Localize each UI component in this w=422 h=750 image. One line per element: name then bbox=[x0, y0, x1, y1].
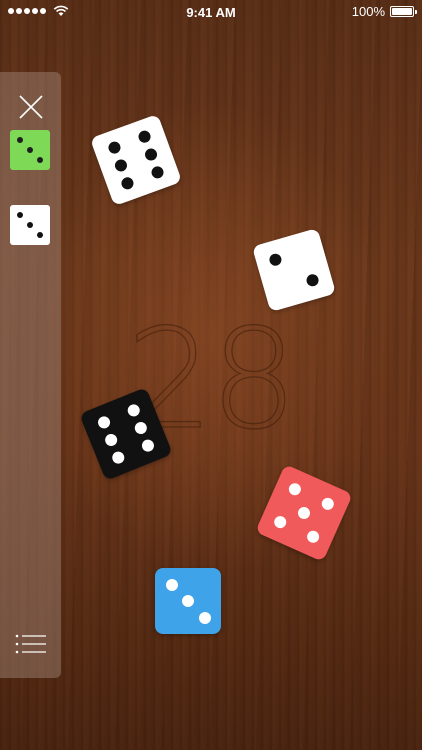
green-die-selector[interactable] bbox=[10, 130, 50, 170]
die-pip bbox=[125, 402, 142, 419]
battery-percent: 100% bbox=[351, 4, 385, 19]
die-pip bbox=[143, 146, 159, 163]
close-icon[interactable] bbox=[16, 92, 46, 122]
die-pip bbox=[27, 222, 33, 228]
red-die-five[interactable] bbox=[255, 464, 353, 562]
die-pip bbox=[296, 505, 312, 521]
die-pip bbox=[96, 414, 113, 431]
list-menu-icon[interactable] bbox=[14, 632, 48, 656]
die-pip bbox=[37, 232, 43, 238]
die-pip bbox=[110, 449, 127, 466]
die-pip bbox=[149, 164, 165, 180]
die-pip bbox=[37, 157, 43, 163]
die-pip bbox=[113, 157, 129, 174]
die-pip bbox=[268, 252, 283, 268]
battery-icon bbox=[390, 6, 417, 17]
die-pip bbox=[136, 129, 153, 145]
status-right: 100% bbox=[351, 4, 417, 19]
white-die-selector[interactable] bbox=[10, 205, 50, 245]
die-pip bbox=[287, 481, 303, 498]
die-pip bbox=[132, 420, 149, 436]
die-pip bbox=[198, 611, 211, 624]
die-pip bbox=[103, 432, 120, 448]
die-pip bbox=[107, 140, 123, 156]
die-pip bbox=[17, 212, 23, 218]
die-pip bbox=[182, 595, 194, 607]
die-pip bbox=[165, 578, 178, 591]
die-pip bbox=[319, 496, 336, 512]
die-pip bbox=[305, 272, 320, 288]
die-pip bbox=[272, 514, 289, 530]
die-pip bbox=[305, 528, 321, 545]
white-die-six[interactable] bbox=[89, 113, 183, 207]
die-pip bbox=[17, 137, 23, 143]
status-bar: 9:41 AM 100% bbox=[0, 0, 422, 24]
die-pip bbox=[139, 437, 156, 454]
die-pip bbox=[27, 147, 33, 153]
die-pip bbox=[119, 175, 136, 191]
blue-die-three[interactable] bbox=[155, 568, 221, 634]
